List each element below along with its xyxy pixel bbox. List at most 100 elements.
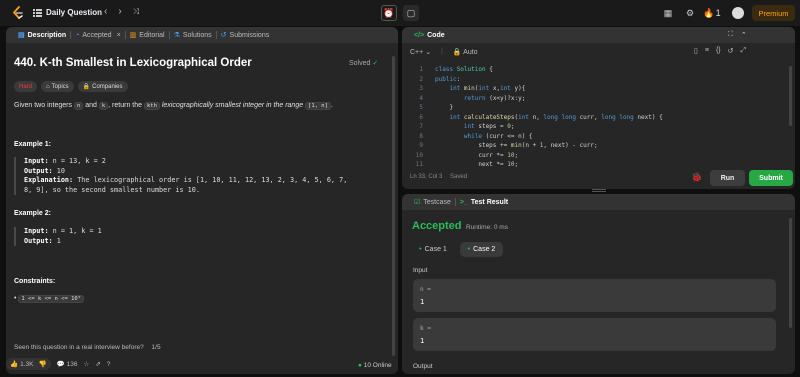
online-count: ● 10 Online [358, 362, 392, 369]
run-button[interactable]: Run [710, 170, 745, 186]
terminal-icon: >_ [459, 198, 468, 206]
list-icon [33, 8, 42, 17]
code-line[interactable]: 7 int steps = 0; [411, 122, 514, 132]
submit-button[interactable]: Submit [749, 170, 793, 186]
check-circle-icon: ✓ [372, 60, 379, 67]
auto-mode[interactable]: 🔒 Auto [453, 48, 478, 56]
dot-icon: • [467, 246, 471, 253]
tab-divider: | [441, 48, 443, 55]
debugger-icon[interactable]: 🐞 [691, 172, 702, 183]
line-number: 6 [419, 113, 423, 121]
code-line[interactable]: 9 steps += min(n + 1, next) - curr; [411, 141, 598, 151]
description-scrollbar[interactable] [392, 56, 395, 356]
code-text: int calculateSteps(int n, long long curr… [449, 113, 663, 121]
settings-gear-icon[interactable]: ⚙ [682, 5, 698, 21]
tab-testcase[interactable]: ☑ Testcase [410, 194, 455, 210]
clock-icon: ◔ [75, 31, 80, 39]
next-question-icon[interactable]: › [118, 6, 121, 17]
code-text: public: [435, 75, 461, 83]
collapse-icon[interactable]: ⌃ [741, 31, 747, 39]
lock-icon: 🔒 [452, 49, 462, 56]
notes-icon[interactable]: ▢ [403, 5, 419, 21]
code-text: steps += min(n + 1, next) - curr; [435, 142, 598, 149]
share-icon[interactable]: ⇗ [95, 360, 100, 368]
code-line[interactable]: 8 while (curr <= n) { [411, 132, 533, 142]
panel-resize-handle[interactable] [592, 189, 606, 192]
leetcode-logo-icon[interactable] [12, 6, 24, 20]
prev-question-icon[interactable]: ‹ [104, 6, 107, 17]
question-title: 440. K-th Smallest in Lexicographical Or… [14, 57, 252, 69]
problem-statement: Given two integers n and k, return the k… [14, 102, 333, 110]
runtime-label: Runtime: 0 ms [466, 224, 508, 231]
streak-counter[interactable]: 🔥 1 [702, 5, 722, 21]
result-status: Accepted [412, 220, 462, 232]
problem-list-link[interactable]: Daily Question [33, 8, 102, 17]
online-dot-icon: ● [358, 362, 362, 369]
tab-code[interactable]: </> Code [410, 27, 449, 43]
reset-icon[interactable]: ↺ [728, 47, 734, 55]
timer-icon[interactable]: ⏰ [381, 5, 397, 21]
help-icon[interactable]: ? [107, 361, 111, 368]
code-line[interactable]: 2 public: [411, 75, 460, 85]
input-label: Input [413, 267, 428, 274]
tab-solutions[interactable]: ⚗ Solutions [170, 27, 216, 43]
output-label: Output [413, 363, 433, 370]
code-text: class Solution { [435, 66, 493, 73]
code-text: next *= 10; [435, 161, 519, 168]
code-window-controls: ⛶ ⌃ [728, 31, 747, 39]
close-tab-icon[interactable]: × [117, 32, 121, 39]
like-button[interactable]: 👍 1.3K 👎 [6, 358, 51, 370]
code-line[interactable]: 3 int min(int x,int y){ [411, 84, 525, 94]
companies-button[interactable]: 🔒 Companies [77, 81, 128, 92]
top-navbar: Daily Question ‹ › ⤨ ⏰ ▢ ▦ ⚙ 🔥 1 Premium [0, 0, 800, 26]
shuffle-icon[interactable]: ⤨ [133, 7, 139, 17]
thumbs-up-icon: 👍 [10, 361, 19, 368]
book-icon: ▥ [129, 32, 137, 39]
tab-submissions[interactable]: ↺ Submissions [217, 27, 274, 43]
star-icon[interactable]: ☆ [84, 360, 90, 368]
tag-icon: ⌂ [46, 83, 50, 90]
format-icon[interactable]: ≡ [705, 47, 709, 55]
history-icon: ↺ [220, 32, 227, 39]
topics-button[interactable]: ⌂ Topics [41, 81, 74, 92]
code-text: int min(int x,int y){ [449, 85, 526, 92]
inline-code-k: k [98, 102, 109, 110]
bookmark-icon[interactable]: ▯ [694, 47, 698, 55]
code-line[interactable]: 4 return (x<y)?x:y; [411, 94, 525, 104]
tab-accepted[interactable]: ◔ Accepted × [71, 27, 125, 43]
description-tabs: ▤ Description ◔ Accepted × ▥ Editorial ⚗… [6, 27, 398, 43]
premium-button[interactable]: Premium [752, 5, 795, 21]
bullet: • [14, 295, 17, 302]
code-line[interactable]: 11 next *= 10; [411, 160, 518, 170]
thumbs-down-icon[interactable]: 👎 [38, 360, 46, 368]
layout-grid-icon[interactable]: ▦ [660, 5, 676, 21]
code-line[interactable]: 10 curr *= 10; [411, 151, 518, 161]
line-number: 8 [419, 132, 423, 140]
tab-editorial[interactable]: ▥ Editorial [126, 27, 169, 43]
tab-test-result[interactable]: >_ Test Result [456, 194, 512, 210]
case-1-tab[interactable]: • Case 1 [413, 242, 453, 257]
braces-icon[interactable]: {} [716, 47, 721, 55]
line-number: 1 [419, 66, 423, 73]
expand-icon[interactable]: ⤢ [741, 47, 747, 55]
result-scrollbar[interactable] [789, 218, 792, 328]
avatar[interactable] [730, 5, 746, 21]
case-2-tab[interactable]: • Case 2 [460, 242, 503, 257]
line-number: 4 [419, 94, 423, 102]
chevron-down-icon: ⌄ [425, 49, 432, 56]
tab-description[interactable]: ▤ Description [14, 27, 70, 43]
code-line[interactable]: 5 } [411, 103, 453, 113]
language-select[interactable]: C++ ⌄ [410, 48, 431, 56]
line-number: 9 [419, 142, 423, 149]
code-line[interactable]: 6 int calculateSteps(int n, long long cu… [411, 113, 663, 123]
seen-question-prompt[interactable]: Seen this question in a real interview b… [14, 344, 161, 351]
question-actions-bar: 👍 1.3K 👎 💬 136 ☆ ⇗ ? [6, 356, 398, 372]
editor-scrollbar[interactable] [789, 66, 792, 126]
maximize-icon[interactable]: ⛶ [728, 31, 733, 39]
code-text: while (curr <= n) { [463, 132, 533, 140]
dot-icon: • [419, 246, 422, 253]
code-text: return (x<y)?x:y; [463, 94, 526, 102]
comments-button[interactable]: 💬 136 [57, 360, 78, 369]
code-line[interactable]: 1 class Solution { [411, 65, 493, 75]
question-tags: Hard ⌂ Topics 🔒 Companies [14, 81, 128, 92]
